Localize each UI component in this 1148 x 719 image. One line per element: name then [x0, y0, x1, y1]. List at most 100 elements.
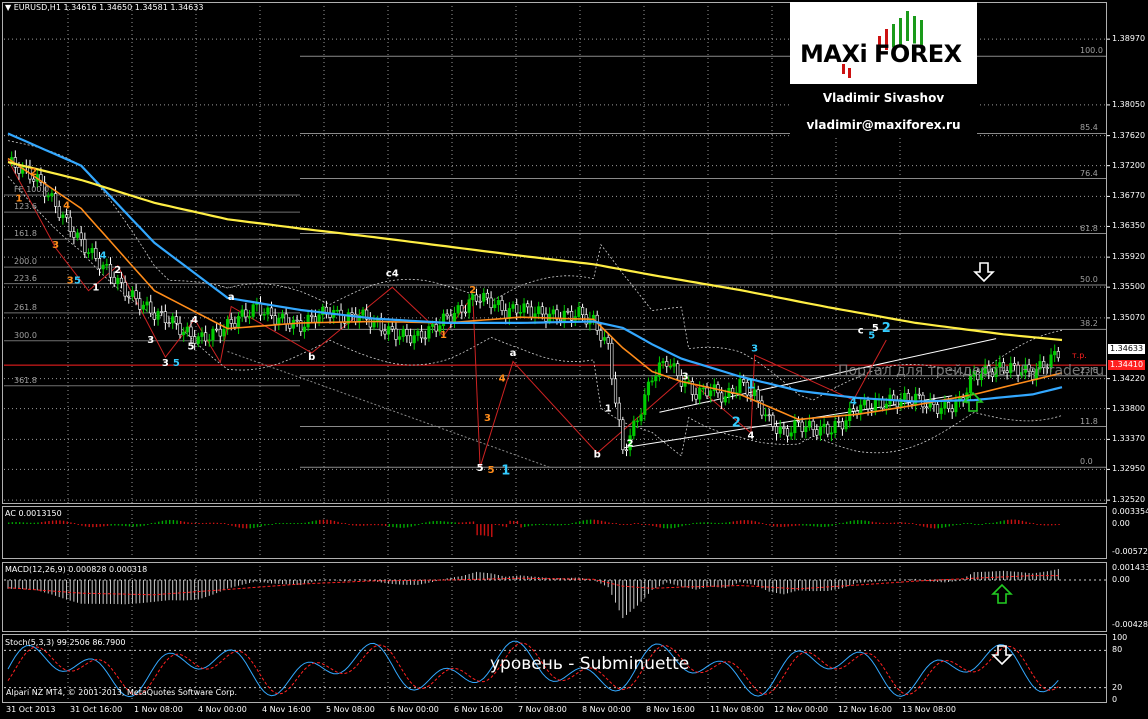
ac-bar: [55, 520, 57, 524]
ac-bar: [227, 524, 229, 525]
ac-bar: [805, 524, 808, 526]
ac-bar: [992, 522, 994, 524]
wave-label: 5: [488, 465, 495, 476]
x-tick-label: 31 Oct 2013: [6, 705, 56, 714]
ac-bar: [970, 523, 972, 524]
ac-bar: [417, 524, 420, 525]
candle-body: [925, 406, 929, 409]
ac-bar: [977, 524, 980, 525]
wave-label: 4: [850, 396, 857, 407]
ac-bar: [11, 522, 14, 524]
candle-body: [101, 264, 105, 270]
candle-body: [229, 319, 233, 324]
candle-body: [851, 408, 855, 412]
ac-bar: [798, 524, 800, 526]
ac-bar: [919, 524, 921, 526]
ac-bar: [388, 524, 391, 527]
candle-body: [935, 404, 940, 414]
ac-bar: [652, 524, 654, 526]
ac-bar: [491, 524, 493, 538]
ac-bar: [494, 524, 497, 525]
ac-bar: [267, 524, 270, 525]
ac-bar: [677, 524, 680, 528]
ac-bar: [674, 524, 676, 528]
author-email[interactable]: vladimir@maxiforex.ru: [790, 118, 977, 132]
candle-body: [844, 420, 848, 430]
fib-expansion-label: 261.8: [14, 302, 37, 312]
wave-label: 4: [191, 315, 198, 326]
resistance-price-label: 1.34410: [1108, 360, 1146, 371]
candle-body: [661, 361, 665, 364]
candle-body: [515, 304, 519, 314]
ac-bar: [516, 520, 519, 524]
ac-bar: [904, 522, 907, 524]
candle-body: [866, 399, 870, 410]
ac-bar: [560, 524, 563, 526]
ac-bar: [666, 524, 669, 529]
ac-bar: [410, 524, 412, 527]
ac-bar: [238, 524, 240, 528]
ac-bar: [110, 524, 112, 526]
ac-bar: [260, 524, 262, 527]
ac-bar: [860, 520, 863, 524]
candle-body: [123, 282, 127, 297]
fib-level-label: 0.0: [1080, 457, 1093, 467]
ac-bar: [1010, 519, 1013, 524]
candle-body: [423, 337, 427, 340]
ac-bar: [48, 520, 50, 524]
candle-body: [94, 248, 98, 259]
ac-bar: [783, 524, 786, 527]
candle-body: [207, 339, 211, 342]
ac-bar: [362, 524, 365, 526]
ac-bar: [234, 524, 237, 527]
candle-body: [793, 420, 797, 434]
candle-body: [804, 426, 808, 433]
candle-body: [317, 314, 321, 323]
ac-bar: [297, 523, 299, 524]
ac-bar: [176, 520, 178, 524]
wave-label: 4: [747, 431, 754, 442]
trendline-dashed: [227, 351, 550, 468]
moving-average-line: [7, 157, 1063, 421]
candle-body: [149, 301, 153, 314]
candle-body: [335, 309, 339, 312]
ac-bar: [377, 524, 380, 526]
candle-body: [416, 330, 420, 336]
candle-body: [262, 313, 266, 316]
price-tick-label: 1.33370: [1112, 434, 1146, 444]
ac-bar: [933, 524, 936, 529]
candle-body: [398, 336, 402, 340]
candle-body: [954, 401, 958, 413]
candle-body: [500, 300, 504, 311]
price-tick-label: 1.32950: [1112, 464, 1146, 474]
ac-bar: [139, 524, 142, 527]
candle-body: [127, 295, 131, 298]
ac-bar: [897, 522, 899, 524]
candle-body: [452, 312, 457, 323]
ac-bar: [575, 522, 577, 524]
ac-bar: [889, 522, 892, 524]
ac-bar: [384, 524, 387, 526]
ac-bar: [66, 521, 68, 524]
ac-bar: [289, 523, 292, 524]
ac-bar: [231, 524, 233, 526]
ac-bar: [308, 522, 310, 524]
candle-body: [350, 312, 354, 315]
ac-bar: [278, 523, 281, 524]
ac-bar: [630, 524, 632, 525]
ac-bar: [425, 522, 427, 524]
ac-bar: [209, 522, 211, 524]
fib-level-label: 85.4: [1080, 123, 1098, 133]
ac-bar: [608, 522, 610, 524]
author-name: Vladimir Sivashov: [822, 91, 945, 105]
candle-body: [68, 216, 72, 232]
x-tick-label: 13 Nov 08:00: [902, 705, 956, 714]
ac-bar: [1003, 520, 1005, 524]
fib-level-label: 38.2: [1080, 319, 1098, 329]
ac-bar: [1021, 520, 1024, 524]
candle-body: [511, 304, 515, 309]
wave-label: 3: [484, 413, 491, 424]
candle-body: [310, 314, 314, 318]
ac-bar: [622, 524, 625, 525]
candle-body: [83, 239, 87, 253]
